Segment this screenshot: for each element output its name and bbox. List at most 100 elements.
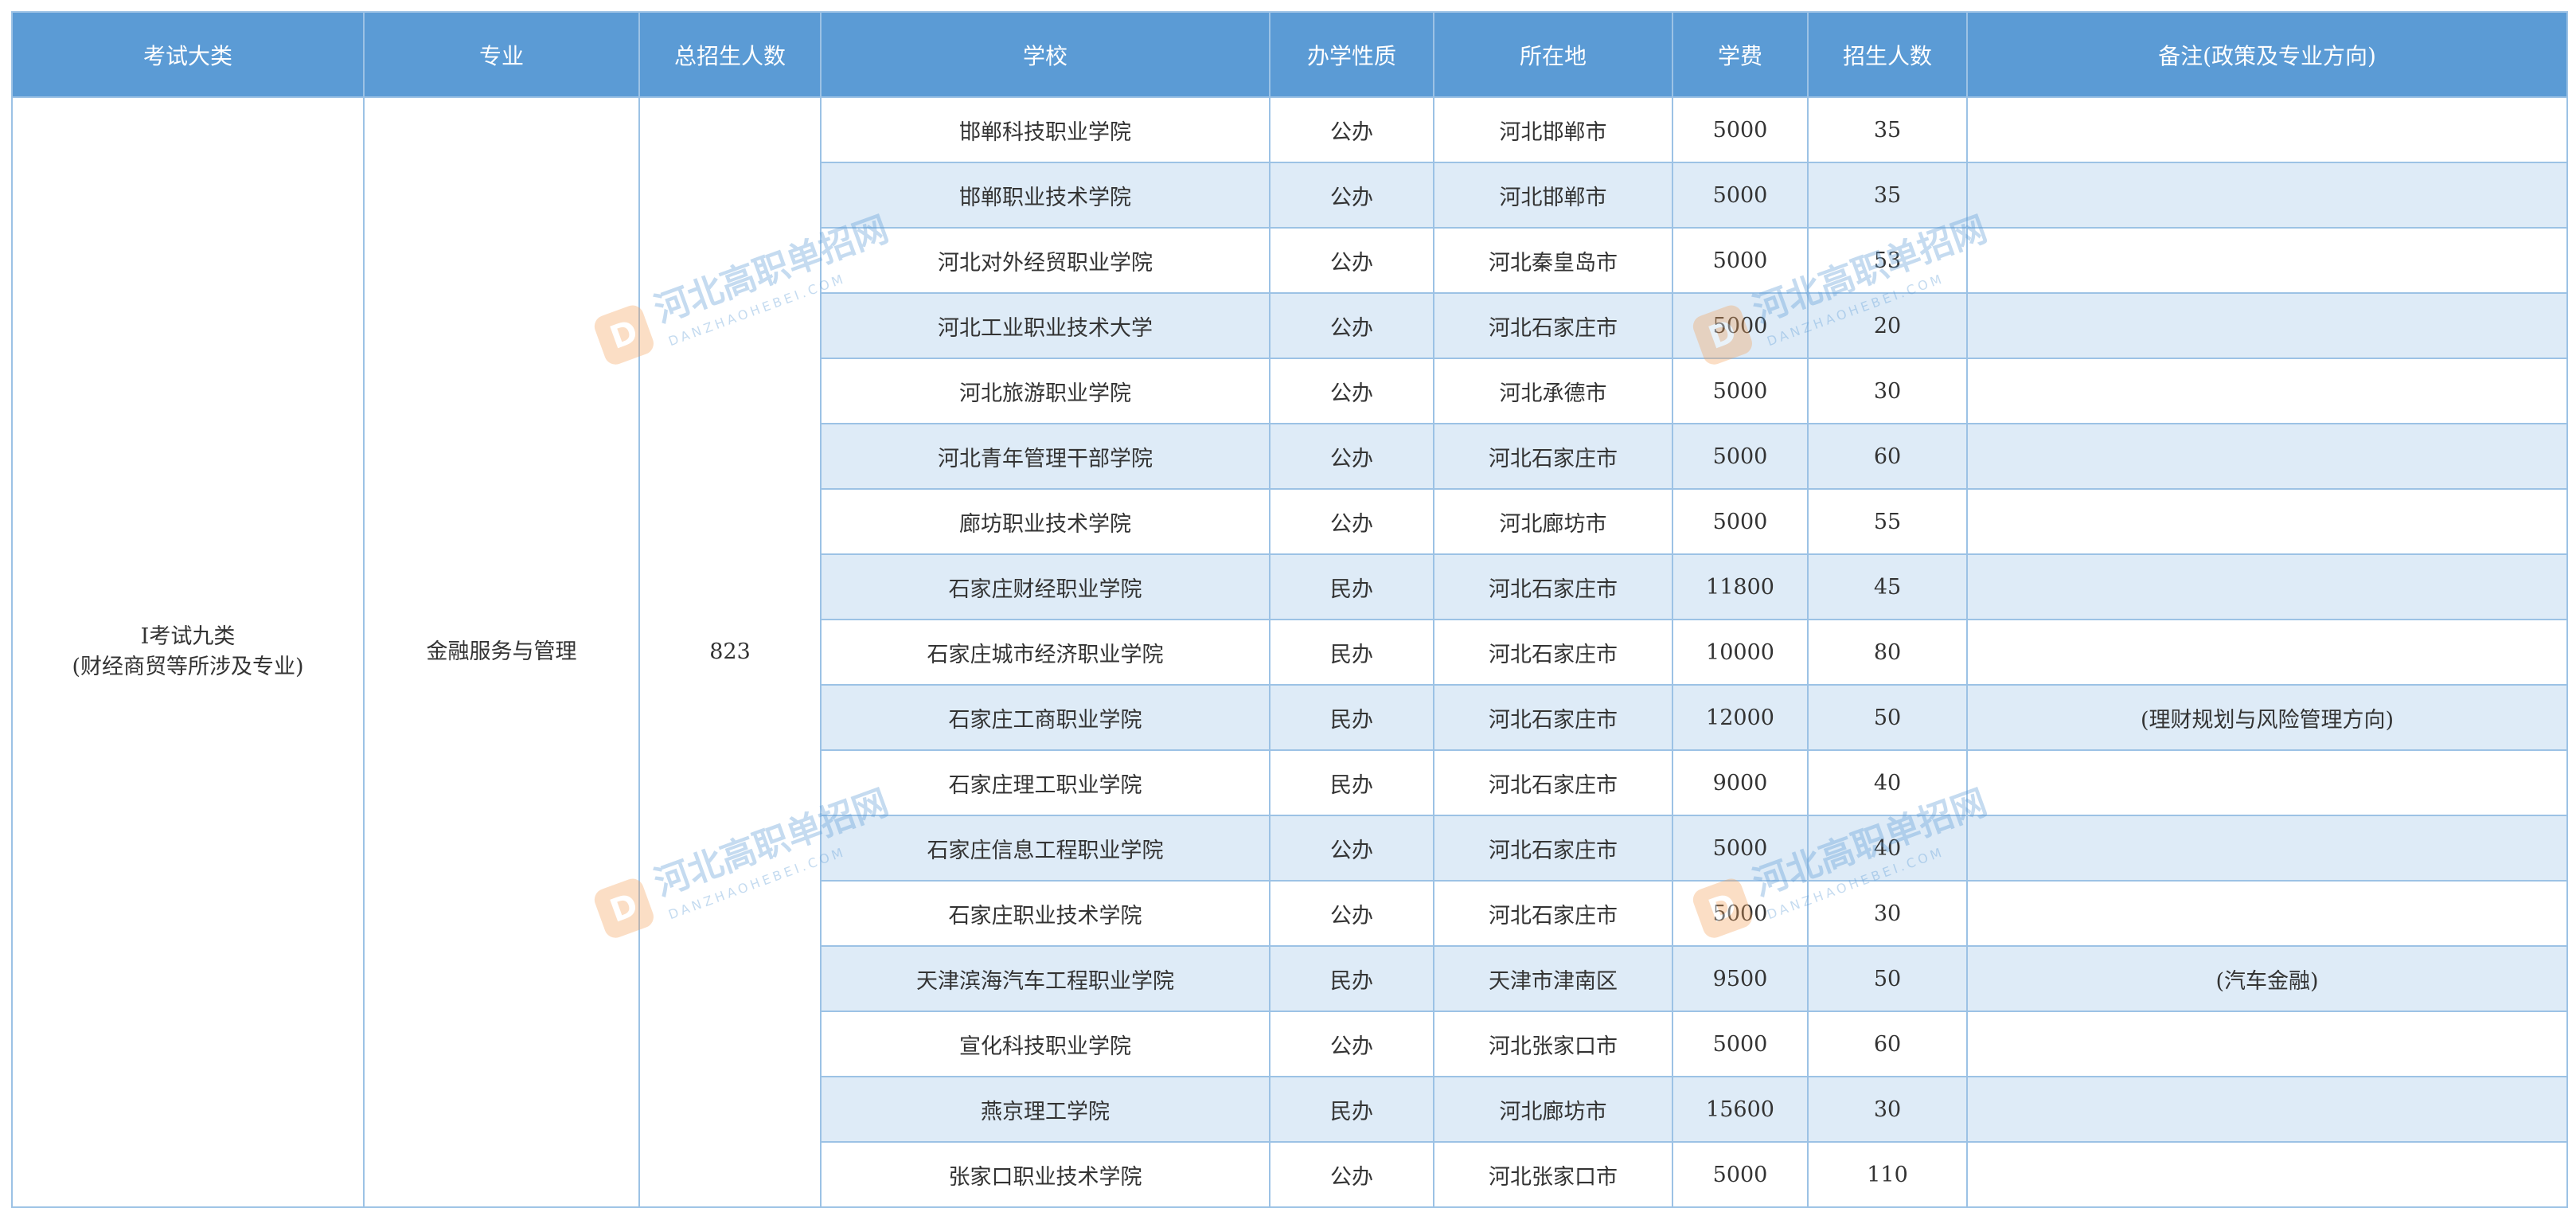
type-cell: 公办 bbox=[1269, 1011, 1434, 1077]
type-cell: 公办 bbox=[1269, 880, 1434, 947]
note-cell bbox=[1966, 96, 2568, 163]
location-cell: 河北石家庄市 bbox=[1433, 553, 1673, 620]
count-cell: 30 bbox=[1807, 358, 1968, 424]
header-row: 考试大类 专业 总招生人数 学校 办学性质 所在地 学费 招生人数 备注(政策及… bbox=[11, 11, 2568, 98]
count-cell: 60 bbox=[1807, 423, 1968, 490]
note-cell bbox=[1966, 292, 2568, 359]
school-cell: 廊坊职业技术学院 bbox=[820, 488, 1270, 555]
location-cell: 河北廊坊市 bbox=[1433, 1076, 1673, 1143]
type-cell: 民办 bbox=[1269, 619, 1434, 686]
fee-cell: 5000 bbox=[1672, 358, 1809, 424]
header-fee: 学费 bbox=[1672, 11, 1809, 98]
note-cell bbox=[1966, 1141, 2568, 1208]
note-cell bbox=[1966, 162, 2568, 229]
fee-cell: 11800 bbox=[1672, 553, 1809, 620]
count-cell: 80 bbox=[1807, 619, 1968, 686]
header-count: 招生人数 bbox=[1807, 11, 1968, 98]
note-cell: (汽车金融) bbox=[1966, 945, 2568, 1012]
school-cell: 张家口职业技术学院 bbox=[820, 1141, 1270, 1208]
type-cell: 民办 bbox=[1269, 684, 1434, 751]
school-cell: 石家庄理工职业学院 bbox=[820, 749, 1270, 816]
count-cell: 35 bbox=[1807, 162, 1968, 229]
count-cell: 50 bbox=[1807, 684, 1968, 751]
fee-cell: 15600 bbox=[1672, 1076, 1809, 1143]
school-cell: 邯郸职业技术学院 bbox=[820, 162, 1270, 229]
school-cell: 河北旅游职业学院 bbox=[820, 358, 1270, 424]
count-cell: 60 bbox=[1807, 1011, 1968, 1077]
note-cell bbox=[1966, 1076, 2568, 1143]
location-cell: 河北邯郸市 bbox=[1433, 96, 1673, 163]
category-line2: (财经商贸等所涉及专业) bbox=[72, 655, 304, 679]
fee-cell: 5000 bbox=[1672, 488, 1809, 555]
major-cell: 金融服务与管理 bbox=[363, 96, 640, 1208]
count-cell: 40 bbox=[1807, 815, 1968, 882]
table-row: I考试九类 (财经商贸等所涉及专业) 金融服务与管理 823 邯郸科技职业学院 公办 河北邯… bbox=[11, 96, 2568, 1208]
location-cell: 河北石家庄市 bbox=[1433, 619, 1673, 686]
school-cell: 邯郸科技职业学院 bbox=[820, 96, 1270, 163]
note-cell bbox=[1966, 358, 2568, 424]
count-cell: 35 bbox=[1807, 96, 1968, 163]
header-location: 所在地 bbox=[1433, 11, 1673, 98]
school-cell: 河北对外经贸职业学院 bbox=[820, 227, 1270, 294]
fee-cell: 5000 bbox=[1672, 227, 1809, 294]
fee-cell: 5000 bbox=[1672, 423, 1809, 490]
type-cell: 民办 bbox=[1269, 749, 1434, 816]
type-cell: 公办 bbox=[1269, 1141, 1434, 1208]
count-cell: 30 bbox=[1807, 880, 1968, 947]
note-cell bbox=[1966, 880, 2568, 947]
fee-cell: 5000 bbox=[1672, 815, 1809, 882]
location-cell: 河北石家庄市 bbox=[1433, 880, 1673, 947]
location-cell: 河北石家庄市 bbox=[1433, 815, 1673, 882]
header-school: 学校 bbox=[820, 11, 1270, 98]
school-cell: 河北工业职业技术大学 bbox=[820, 292, 1270, 359]
note-cell bbox=[1966, 815, 2568, 882]
type-cell: 民办 bbox=[1269, 553, 1434, 620]
count-cell: 20 bbox=[1807, 292, 1968, 359]
fee-cell: 5000 bbox=[1672, 1141, 1809, 1208]
school-cell: 石家庄工商职业学院 bbox=[820, 684, 1270, 751]
location-cell: 河北石家庄市 bbox=[1433, 684, 1673, 751]
count-cell: 110 bbox=[1807, 1141, 1968, 1208]
fee-cell: 5000 bbox=[1672, 880, 1809, 947]
type-cell: 民办 bbox=[1269, 1076, 1434, 1143]
location-cell: 河北邯郸市 bbox=[1433, 162, 1673, 229]
note-cell bbox=[1966, 619, 2568, 686]
location-cell: 河北秦皇岛市 bbox=[1433, 227, 1673, 294]
note-cell bbox=[1966, 423, 2568, 490]
location-cell: 河北石家庄市 bbox=[1433, 749, 1673, 816]
header-type: 办学性质 bbox=[1269, 11, 1434, 98]
type-cell: 公办 bbox=[1269, 227, 1434, 294]
location-cell: 河北张家口市 bbox=[1433, 1141, 1673, 1208]
fee-cell: 9000 bbox=[1672, 749, 1809, 816]
note-cell: (理财规划与风险管理方向) bbox=[1966, 684, 2568, 751]
category-cell: I考试九类 (财经商贸等所涉及专业) bbox=[11, 96, 365, 1208]
type-cell: 公办 bbox=[1269, 96, 1434, 163]
location-cell: 河北张家口市 bbox=[1433, 1011, 1673, 1077]
type-cell: 民办 bbox=[1269, 945, 1434, 1012]
header-major: 专业 bbox=[363, 11, 640, 98]
location-cell: 河北石家庄市 bbox=[1433, 292, 1673, 359]
type-cell: 公办 bbox=[1269, 292, 1434, 359]
header-total: 总招生人数 bbox=[638, 11, 822, 98]
fee-cell: 5000 bbox=[1672, 1011, 1809, 1077]
count-cell: 40 bbox=[1807, 749, 1968, 816]
school-cell: 天津滨海汽车工程职业学院 bbox=[820, 945, 1270, 1012]
location-cell: 河北石家庄市 bbox=[1433, 423, 1673, 490]
fee-cell: 5000 bbox=[1672, 292, 1809, 359]
count-cell: 50 bbox=[1807, 945, 1968, 1012]
type-cell: 公办 bbox=[1269, 423, 1434, 490]
count-cell: 30 bbox=[1807, 1076, 1968, 1143]
location-cell: 河北廊坊市 bbox=[1433, 488, 1673, 555]
category-line1: I考试九类 bbox=[140, 624, 236, 649]
school-cell: 宣化科技职业学院 bbox=[820, 1011, 1270, 1077]
count-cell: 45 bbox=[1807, 553, 1968, 620]
school-cell: 河北青年管理干部学院 bbox=[820, 423, 1270, 490]
fee-cell: 5000 bbox=[1672, 162, 1809, 229]
type-cell: 公办 bbox=[1269, 815, 1434, 882]
type-cell: 公办 bbox=[1269, 358, 1434, 424]
school-cell: 石家庄信息工程职业学院 bbox=[820, 815, 1270, 882]
header-note: 备注(政策及专业方向) bbox=[1966, 11, 2568, 98]
location-cell: 天津市津南区 bbox=[1433, 945, 1673, 1012]
school-cell: 石家庄财经职业学院 bbox=[820, 553, 1270, 620]
note-cell bbox=[1966, 553, 2568, 620]
